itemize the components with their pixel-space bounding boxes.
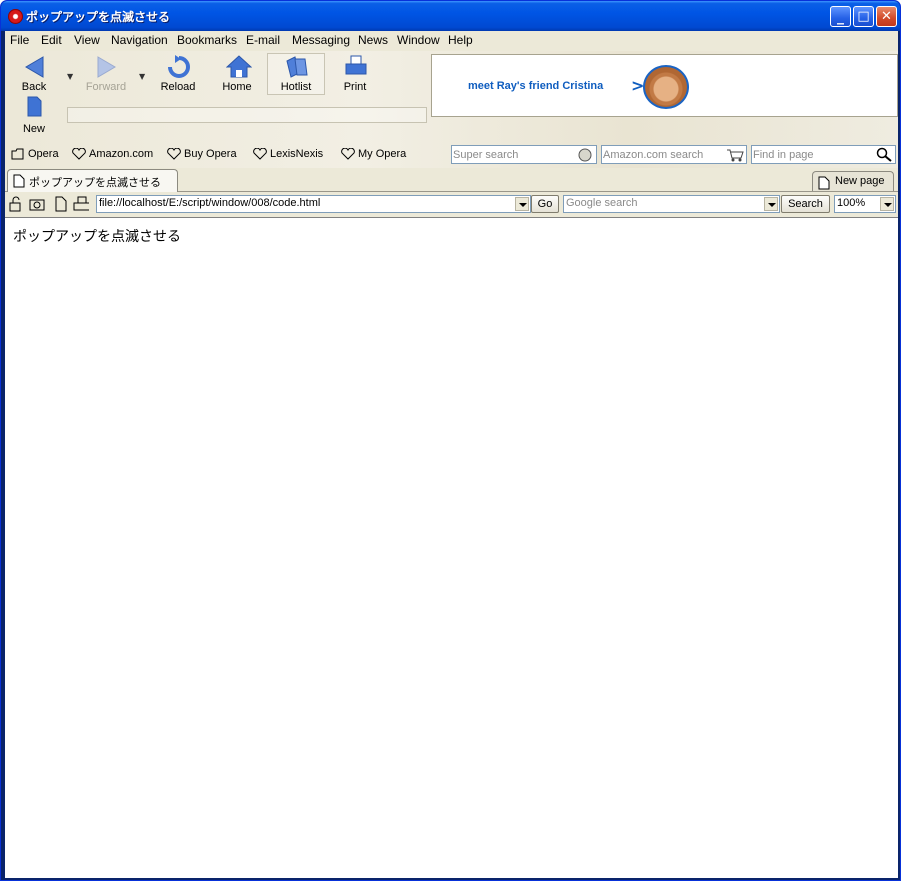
browser-window: ポップアップを点滅させる _ □ ✕ File Edit View Naviga… — [0, 0, 901, 881]
google-search-field[interactable]: Google search — [563, 195, 780, 213]
reload-icon — [168, 55, 190, 78]
find-in-page-field[interactable] — [751, 145, 896, 164]
url-field[interactable]: file://localhost/E:/script/window/008/co… — [96, 195, 531, 213]
page-icon — [818, 176, 830, 190]
heart-icon — [253, 148, 267, 160]
home-icon — [226, 55, 252, 78]
security-lock-icon[interactable] — [8, 196, 24, 212]
close-button[interactable]: ✕ — [876, 6, 897, 27]
menu-view[interactable]: View — [74, 33, 100, 47]
hotlist-button[interactable]: Hotlist — [268, 53, 324, 97]
menu-file[interactable]: File — [10, 33, 29, 47]
page-content: ポップアップを点滅させる — [5, 217, 898, 878]
print-button[interactable]: Print — [327, 53, 383, 97]
opera-logo-icon — [8, 9, 23, 24]
reload-button[interactable]: Reload — [150, 53, 206, 97]
zoom-select[interactable]: 100% — [834, 195, 896, 213]
ad-banner[interactable]: meet Ray's friend Cristina > — [431, 54, 898, 117]
heart-icon — [72, 148, 86, 160]
back-history-caret-icon[interactable]: ▼ — [67, 72, 73, 81]
banner-text: meet Ray's friend Cristina — [468, 80, 604, 92]
menu-news[interactable]: News — [358, 33, 388, 47]
menu-edit[interactable]: Edit — [41, 33, 62, 47]
menu-help[interactable]: Help — [448, 33, 473, 47]
forward-arrow-icon — [97, 56, 116, 78]
super-search-field[interactable] — [451, 145, 597, 164]
document-info-icon[interactable] — [53, 196, 69, 212]
menu-bookmarks[interactable]: Bookmarks — [177, 33, 237, 47]
minimize-button[interactable]: _ — [830, 6, 851, 27]
url-history-dropdown[interactable] — [515, 197, 529, 211]
back-button[interactable]: Back — [6, 53, 62, 97]
folder-icon — [11, 148, 24, 160]
back-arrow-icon — [25, 56, 44, 78]
hotlist-icon — [286, 56, 308, 78]
amazon-search-input[interactable] — [603, 147, 723, 162]
tab-bar: ポップアップを点滅させる New page — [5, 168, 898, 192]
print-small-icon[interactable] — [73, 196, 89, 212]
new-page-tab-button[interactable]: New page — [812, 171, 894, 191]
zoom-dropdown[interactable] — [880, 197, 894, 211]
toolbar-address-strip — [67, 107, 427, 123]
maximize-button[interactable]: □ — [853, 6, 874, 27]
address-bar: file://localhost/E:/script/window/008/co… — [5, 193, 898, 215]
menu-navigation[interactable]: Navigation — [111, 33, 168, 47]
browser-chrome: File Edit View Navigation Bookmarks E-ma… — [5, 31, 898, 217]
shopping-cart-icon[interactable] — [725, 147, 745, 162]
new-document-icon — [27, 96, 42, 117]
home-button[interactable]: Home — [209, 53, 265, 97]
url-text: file://localhost/E:/script/window/008/co… — [99, 197, 321, 209]
new-page-button[interactable]: New — [6, 95, 62, 137]
menu-bar: File Edit View Navigation Bookmarks E-ma… — [5, 31, 898, 50]
forward-history-caret-icon[interactable]: ▼ — [139, 72, 145, 81]
menu-messaging[interactable]: Messaging — [292, 33, 350, 47]
amazon-search-field[interactable] — [601, 145, 747, 164]
menu-window[interactable]: Window — [397, 33, 440, 47]
globe-search-icon[interactable] — [575, 147, 595, 162]
page-heading-text: ポップアップを点滅させる — [13, 229, 181, 245]
heart-icon — [341, 148, 355, 160]
banner-portrait-image — [643, 65, 689, 109]
find-in-page-input[interactable] — [753, 147, 873, 162]
super-search-input[interactable] — [453, 147, 573, 162]
menu-email[interactable]: E-mail — [246, 33, 280, 47]
printer-icon — [345, 55, 367, 75]
title-bar[interactable]: ポップアップを点滅させる _ □ ✕ — [1, 1, 900, 31]
search-button[interactable]: Search — [781, 195, 830, 213]
camera-icon[interactable] — [29, 196, 45, 212]
tab-current-page[interactable]: ポップアップを点滅させる — [7, 169, 178, 192]
page-icon — [13, 174, 25, 188]
window-title: ポップアップを点滅させる — [26, 10, 171, 24]
forward-button[interactable]: Forward — [78, 53, 134, 97]
search-engine-dropdown[interactable] — [764, 197, 778, 211]
go-button[interactable]: Go — [531, 195, 559, 213]
magnifier-icon[interactable] — [874, 147, 894, 162]
heart-icon — [167, 148, 181, 160]
